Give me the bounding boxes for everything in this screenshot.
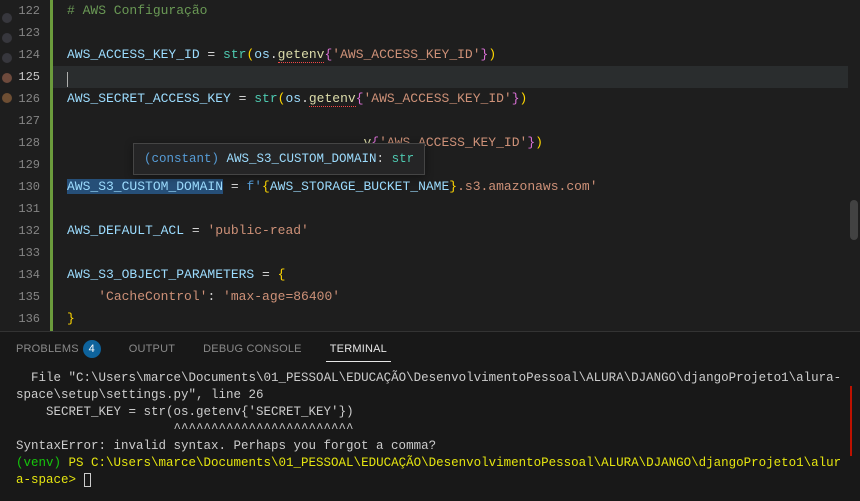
hover-tooltip: (constant) AWS_S3_CUSTOM_DOMAIN: str	[133, 143, 425, 175]
terminal-error-marker	[850, 386, 852, 456]
code-line: # AWS Configuração	[67, 0, 860, 22]
line-number: 128	[0, 132, 40, 154]
terminal-cursor	[84, 473, 91, 487]
code-line	[67, 110, 860, 132]
line-number: 131	[0, 198, 40, 220]
line-number: 132	[0, 220, 40, 242]
terminal-line: File "C:\Users\marce\Documents\01_PESSOA…	[16, 370, 844, 404]
terminal-line: SECRET_KEY = str(os.getenv{'SECRET_KEY'}…	[16, 404, 844, 421]
code-line: AWS_DEFAULT_ACL = 'public-read'	[67, 220, 860, 242]
breakpoint-gutter	[2, 0, 12, 103]
line-number: 130	[0, 176, 40, 198]
code-line: 'CacheControl': 'max-age=86400'	[67, 286, 860, 308]
line-number: 129	[0, 154, 40, 176]
text-cursor	[67, 72, 68, 87]
editor-pane[interactable]: 122 123 124 125 126 127 128 129 130 131 …	[0, 0, 860, 331]
code-line	[67, 198, 860, 220]
code-line: AWS_ACCESS_KEY_ID = str(os.getenv{'AWS_A…	[67, 44, 860, 66]
terminal-prompt-line: (venv) PS C:\Users\marce\Documents\01_PE…	[16, 455, 844, 489]
terminal-line: SyntaxError: invalid syntax. Perhaps you…	[16, 438, 844, 455]
code-line: AWS_SECRET_ACCESS_KEY = str(os.getenv{'A…	[67, 88, 860, 110]
terminal[interactable]: File "C:\Users\marce\Documents\01_PESSOA…	[0, 366, 860, 501]
code-line	[67, 22, 860, 44]
line-number: 134	[0, 264, 40, 286]
code-area[interactable]: # AWS Configuração AWS_ACCESS_KEY_ID = s…	[53, 0, 860, 331]
code-line	[67, 242, 860, 264]
tab-output[interactable]: OUTPUT	[125, 337, 179, 361]
tab-terminal[interactable]: TERMINAL	[326, 337, 391, 362]
problems-badge: 4	[83, 340, 101, 358]
line-number: 135	[0, 286, 40, 308]
line-number: 136	[0, 308, 40, 330]
code-line	[67, 66, 860, 88]
tab-debug-console[interactable]: DEBUG CONSOLE	[199, 337, 306, 361]
bottom-panel: PROBLEMS4 OUTPUT DEBUG CONSOLE TERMINAL …	[0, 331, 860, 501]
line-number: 133	[0, 242, 40, 264]
panel-tabs: PROBLEMS4 OUTPUT DEBUG CONSOLE TERMINAL	[0, 332, 860, 366]
code-line: AWS_S3_OBJECT_PARAMETERS = {	[67, 264, 860, 286]
code-line: AWS_S3_CUSTOM_DOMAIN = f'{AWS_STORAGE_BU…	[67, 176, 860, 198]
line-number: 127	[0, 110, 40, 132]
terminal-line: ^^^^^^^^^^^^^^^^^^^^^^^^	[16, 421, 844, 438]
code-line: }	[67, 308, 860, 330]
tab-problems[interactable]: PROBLEMS4	[12, 334, 105, 364]
